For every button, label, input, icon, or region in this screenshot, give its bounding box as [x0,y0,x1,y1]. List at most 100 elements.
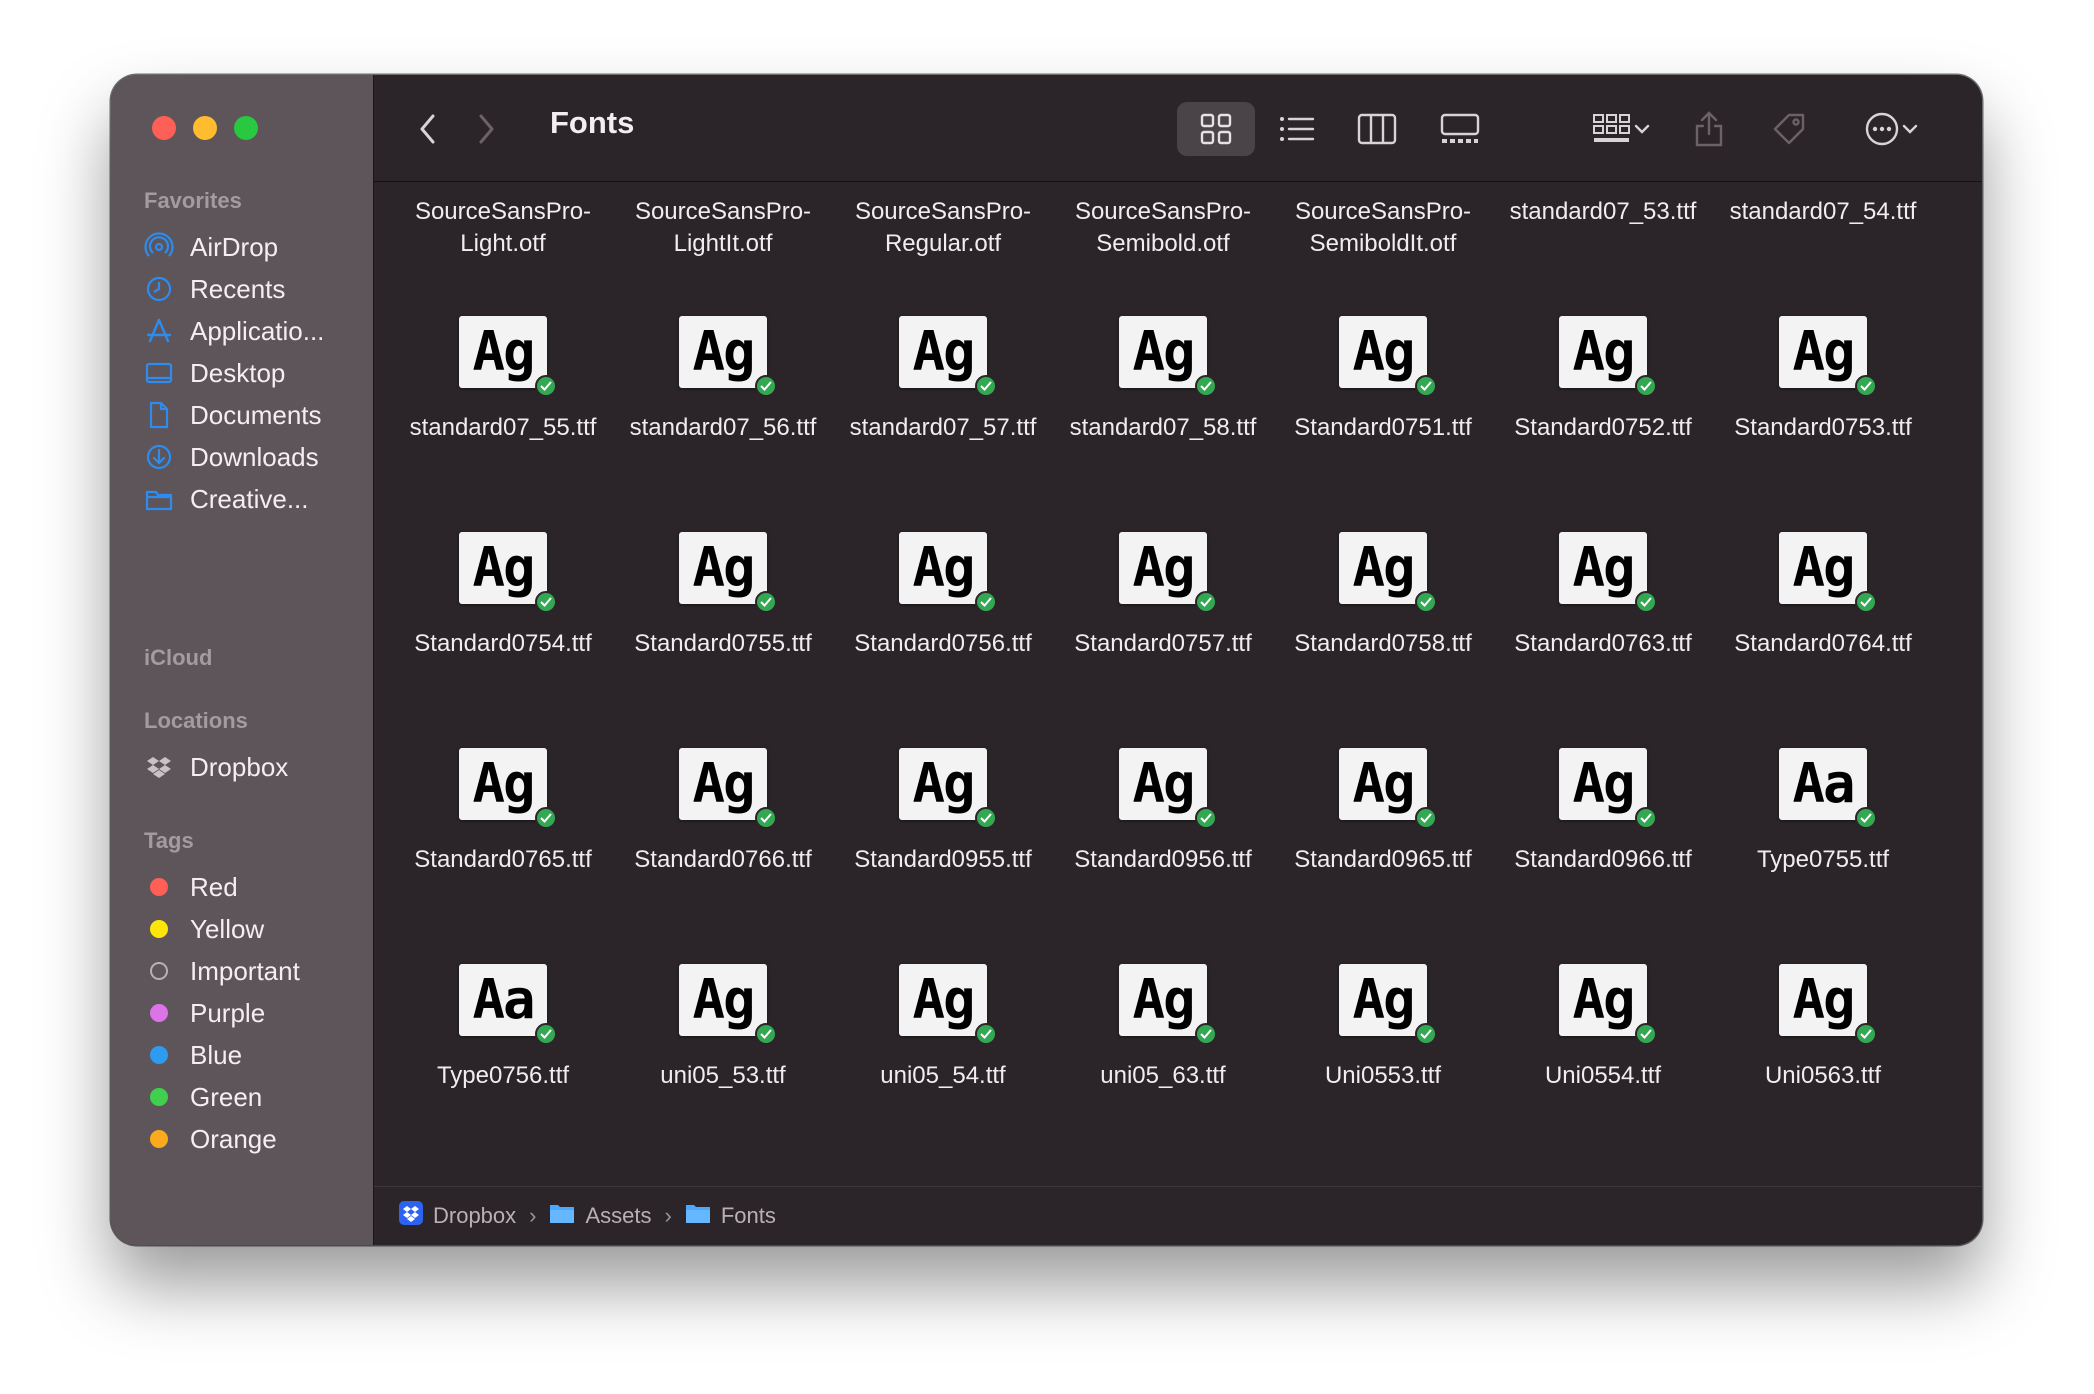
sidebar-item-applications[interactable]: Applicatio... [144,311,364,351]
sidebar-tag-important[interactable]: Important [144,951,364,991]
file-item[interactable]: Ag Standard0751.ttf [1273,225,1493,441]
file-item[interactable]: AaSourceSansPro- Regular.otf [833,182,1053,257]
file-name: Standard0965.ttf [1294,846,1472,873]
synced-check-icon [1195,591,1217,613]
file-item[interactable]: abcdefghijklm nopqrstuvwxyz 1234567890So… [1273,182,1493,257]
file-item[interactable]: Ag Uni0554.ttf [1493,873,1713,1089]
file-item[interactable]: Ag Standard0758.ttf [1273,441,1493,657]
file-item[interactable]: Ag Standard0755.ttf [613,441,833,657]
synced-check-icon [975,807,997,829]
file-item[interactable]: Ag Standard0757.ttf [1053,441,1273,657]
file-item[interactable]: Ag Standard0965.ttf [1273,657,1493,873]
sidebar-item-label: Orange [190,1123,277,1154]
sidebar-item-recents[interactable]: Recents [144,269,364,309]
file-item[interactable]: Ag Standard0956.ttf [1053,657,1273,873]
sidebar-item-label: Important [190,955,300,986]
file-item[interactable]: Ag Standard0763.ttf [1493,441,1713,657]
icon-view-icon [1199,112,1233,146]
share-button[interactable] [1684,102,1734,156]
file-item[interactable]: Ag Standard0955.ttf [833,657,1053,873]
sidebar-tag-purple[interactable]: Purple [144,993,364,1033]
sidebar-item-documents[interactable]: Documents [144,395,364,435]
minimize-button[interactable] [193,116,217,140]
file-item[interactable]: Ag standard07_55.ttf [393,225,613,441]
font-file-icon: Ag [1119,964,1217,1045]
file-item[interactable]: Ag Uni0553.ttf [1273,873,1493,1089]
file-item[interactable]: Ag standard07_56.ttf [613,225,833,441]
download-icon [144,442,174,472]
synced-check-icon [1855,807,1877,829]
toolbar: Fonts [374,75,1982,182]
forward-button[interactable] [466,102,506,156]
column-view-button[interactable] [1342,102,1412,156]
file-item[interactable]: Ag Standard0765.ttf [393,657,613,873]
path-item-dropbox[interactable]: Dropbox [399,1201,516,1231]
file-item[interactable]: Ag standard07_58.ttf [1053,225,1273,441]
list-view-button[interactable] [1262,102,1332,156]
sidebar-tag-red[interactable]: Red [144,867,364,907]
sidebar-tag-green[interactable]: Green [144,1077,364,1117]
file-item[interactable]: Ag Standard0756.ttf [833,441,1053,657]
file-item[interactable]: Ag uni05_53.ttf [613,873,833,1089]
synced-check-icon [1635,591,1657,613]
file-item[interactable]: AaSourceSansPro- Semibold.otf [1053,182,1273,257]
sidebar-item-downloads[interactable]: Downloads [144,437,364,477]
sidebar-item-airdrop[interactable]: AirDrop [144,227,364,267]
back-button[interactable] [408,102,448,156]
zoom-button[interactable] [234,116,258,140]
file-item[interactable]: Agstandard07_54.ttf [1713,182,1933,225]
sidebar-heading-favorites: Favorites [144,188,242,213]
font-file-icon: Ag [899,532,997,613]
file-item[interactable]: Agstandard07_53.ttf [1493,182,1713,225]
path-item-label: Fonts [720,1203,776,1228]
group-button[interactable] [1582,102,1662,156]
font-file-icon: Ag [1559,748,1657,829]
icon-view-button[interactable] [1177,102,1255,156]
file-item[interactable]: Ag Uni0563.ttf [1713,873,1933,1089]
more-actions-button[interactable] [1852,102,1932,156]
tag-button[interactable] [1764,102,1814,156]
font-preview-glyph: Ag [1132,968,1195,1031]
file-name: Standard0757.ttf [1074,630,1252,657]
font-file-icon: Aa [1779,748,1877,829]
file-item[interactable]: Ag Standard0753.ttf [1713,225,1933,441]
file-item[interactable]: Ag Standard0764.ttf [1713,441,1933,657]
font-file-icon: Ag [899,964,997,1045]
file-name: standard07_56.ttf [629,414,817,441]
path-item-fonts[interactable]: Fonts [685,1202,776,1230]
file-item[interactable]: Ag uni05_54.ttf [833,873,1053,1089]
file-name: Standard0966.ttf [1514,846,1692,873]
tag-icon [1771,111,1807,147]
file-item[interactable]: AaSourceSansPro- Light.otf [393,182,613,257]
file-item[interactable]: Aa Type0756.ttf [393,873,613,1089]
sidebar-item-creative[interactable]: Creative... [144,479,364,519]
file-item[interactable]: Ag standard07_57.ttf [833,225,1053,441]
synced-check-icon [1415,1023,1437,1045]
synced-check-icon [1415,375,1437,397]
font-file-icon: Ag [1779,964,1877,1045]
gallery-view-icon [1440,113,1480,145]
file-item[interactable]: Ag Standard0966.ttf [1493,657,1713,873]
file-name: standard07_54.ttf [1729,198,1917,225]
file-item[interactable]: abcdefghijklm nopqrstuvwxyz 1234567890So… [613,182,833,257]
synced-check-icon [975,1023,997,1045]
tag-color-dot [150,962,168,980]
sidebar-item-dropbox[interactable]: Dropbox [144,747,364,787]
file-item[interactable]: Ag Standard0766.ttf [613,657,833,873]
file-item[interactable]: Ag Standard0754.ttf [393,441,613,657]
sidebar-tag-yellow[interactable]: Yellow [144,909,364,949]
close-button[interactable] [152,116,176,140]
file-item[interactable]: Ag Standard0752.ttf [1493,225,1713,441]
file-item[interactable]: Aa Type0755.ttf [1713,657,1933,873]
sidebar-tag-orange[interactable]: Orange [144,1119,364,1159]
sidebar-item-desktop[interactable]: Desktop [144,353,364,393]
sidebar-tag-blue[interactable]: Blue [144,1035,364,1075]
file-item[interactable]: Ag uni05_63.ttf [1053,873,1273,1089]
gallery-view-button[interactable] [1424,102,1496,156]
path-item-assets[interactable]: Assets [549,1202,652,1230]
file-name: standard07_58.ttf [1069,414,1257,441]
dropbox-icon [144,752,174,782]
synced-check-icon [1635,807,1657,829]
font-preview-glyph: Ag [1352,320,1415,383]
file-name: Uni0554.ttf [1544,1062,1662,1089]
